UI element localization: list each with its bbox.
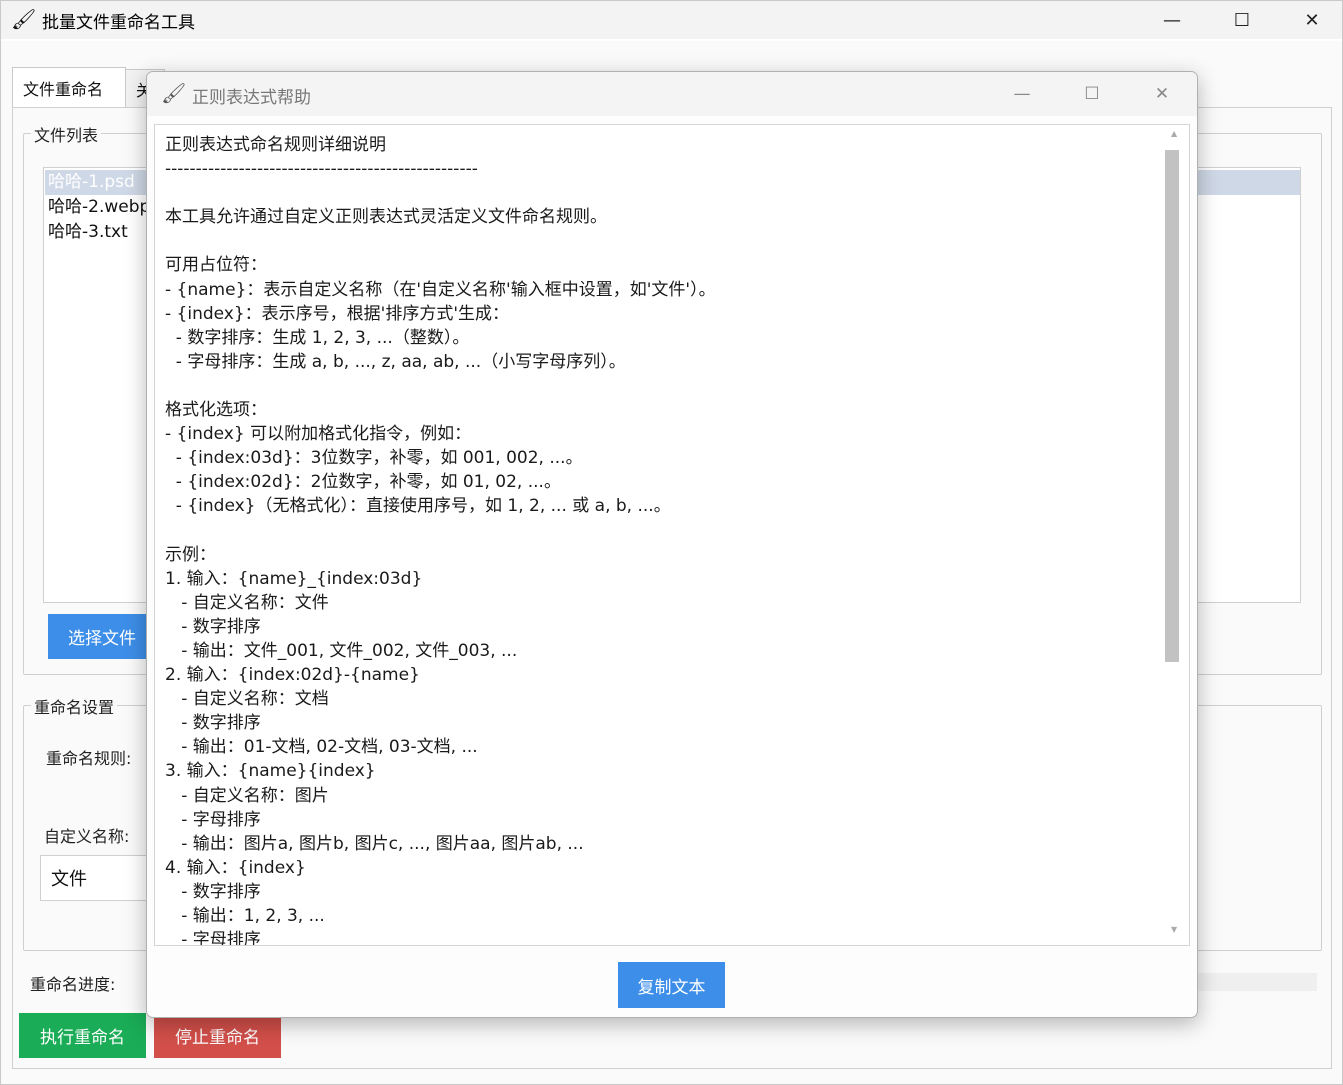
tab-file-rename[interactable]: 文件重命名 bbox=[12, 67, 126, 107]
help-text: 正则表达式命名规则详细说明 --------------------------… bbox=[165, 135, 716, 946]
regex-help-dialog: 🖌 正则表达式帮助 — ☐ ✕ 正则表达式命名规则详细说明 ----------… bbox=[146, 71, 1198, 1018]
minimize-button[interactable]: — bbox=[1137, 1, 1207, 39]
rename-settings-legend: 重命名设置 bbox=[31, 694, 118, 718]
execute-rename-button[interactable]: 执行重命名 bbox=[19, 1013, 146, 1058]
dialog-brush-icon: 🖌 bbox=[161, 81, 187, 105]
copy-text-button[interactable]: 复制文本 bbox=[618, 962, 725, 1008]
file-list-legend: 文件列表 bbox=[31, 122, 102, 146]
file-list-item[interactable]: 哈哈-3.txt bbox=[45, 220, 128, 245]
custom-name-label: 自定义名称: bbox=[44, 827, 130, 846]
app-brush-icon: 🖌 bbox=[11, 7, 37, 31]
rename-rule-label: 重命名规则: bbox=[46, 749, 132, 768]
help-textbox[interactable]: 正则表达式命名规则详细说明 --------------------------… bbox=[154, 124, 1190, 946]
select-files-button[interactable]: 选择文件 bbox=[48, 614, 156, 659]
dialog-maximize-button[interactable]: ☐ bbox=[1057, 72, 1127, 116]
stop-rename-button[interactable]: 停止重命名 bbox=[154, 1013, 281, 1058]
scrollbar-thumb[interactable] bbox=[1165, 150, 1179, 662]
dialog-titlebar: 🖌 正则表达式帮助 — ☐ ✕ bbox=[147, 72, 1197, 116]
maximize-button[interactable]: ☐ bbox=[1207, 1, 1277, 39]
file-list-item[interactable]: 哈哈-2.webp bbox=[45, 195, 150, 220]
progress-label: 重命名进度: bbox=[30, 975, 116, 994]
dialog-close-button[interactable]: ✕ bbox=[1127, 72, 1197, 116]
dialog-title: 正则表达式帮助 bbox=[192, 88, 311, 108]
progress-bar bbox=[1191, 973, 1317, 991]
scroll-down-icon[interactable]: ▼ bbox=[1171, 925, 1177, 934]
app-title: 批量文件重命名工具 bbox=[42, 13, 195, 33]
close-button[interactable]: ✕ bbox=[1277, 1, 1343, 39]
scroll-up-icon[interactable]: ▲ bbox=[1171, 129, 1177, 138]
dialog-minimize-button[interactable]: — bbox=[987, 72, 1057, 116]
main-titlebar: 🖌 批量文件重命名工具 — ☐ ✕ bbox=[1, 1, 1342, 39]
